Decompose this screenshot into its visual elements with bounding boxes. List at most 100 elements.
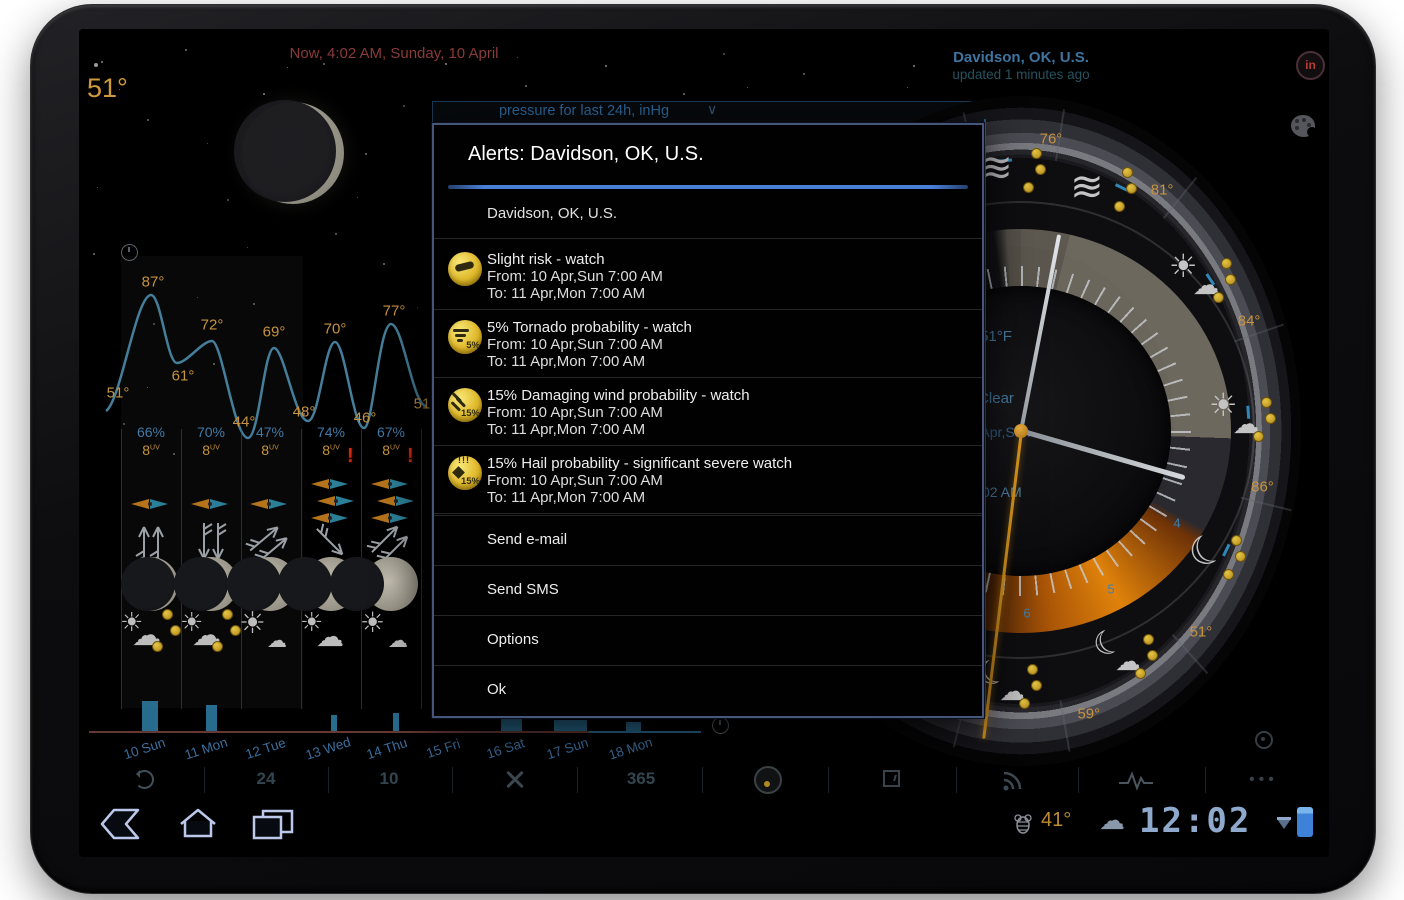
widget-icon[interactable] xyxy=(883,770,900,787)
dialog-divider xyxy=(448,185,968,189)
alert-from: From: 10 Apr,Sun 7:00 AM xyxy=(487,336,663,353)
temp-label: 51 xyxy=(414,396,431,413)
separator xyxy=(434,665,982,666)
toolbar-separator xyxy=(956,767,957,793)
signal-icon xyxy=(1277,819,1291,836)
temp-label: 61° xyxy=(172,368,195,385)
separator xyxy=(434,615,982,616)
toolbar-separator xyxy=(577,767,578,793)
tab-10day[interactable]: 10 xyxy=(359,769,419,789)
forecast-weather-icon: ☀☁ xyxy=(178,609,244,661)
moon-phase-icon[interactable] xyxy=(754,766,782,794)
options-button[interactable]: Options xyxy=(434,615,982,665)
recents-button[interactable] xyxy=(249,806,297,842)
dial-number: 6 xyxy=(1023,606,1030,621)
alert-to: To: 11 Apr,Mon 7:00 AM xyxy=(487,285,645,302)
day-label[interactable]: 16 Sat xyxy=(485,735,527,761)
screen: Now, 4:02 AM, Sunday, 10 April 51° David… xyxy=(79,29,1329,857)
separator xyxy=(434,445,982,446)
alert-title: 15% Damaging wind probability - watch xyxy=(487,387,750,404)
humidity-label: 74% xyxy=(307,424,355,440)
humidity-label: 67% xyxy=(367,424,415,440)
alert-exclamation: ! xyxy=(347,445,354,468)
tab-24h[interactable]: 24 xyxy=(236,769,296,789)
refresh-icon[interactable] xyxy=(135,770,154,789)
wind-kite-marker xyxy=(250,499,290,509)
dial-number: 5 xyxy=(1107,582,1114,597)
wheel-temp-label: 51° xyxy=(1179,623,1223,640)
status-clock[interactable]: 12:02 xyxy=(1139,801,1251,841)
separator xyxy=(434,513,982,514)
status-cloud-icon: ☁ xyxy=(1099,805,1125,836)
dialog-location-item[interactable]: Davidson, OK, U.S. xyxy=(487,205,617,222)
location-label[interactable]: Davidson, OK, U.S. xyxy=(881,49,1161,66)
timeline-clock-icon xyxy=(712,717,729,734)
wind-kite-marker xyxy=(191,499,231,509)
toolbar-separator xyxy=(1078,767,1079,793)
separator xyxy=(434,309,982,310)
alert-from: From: 10 Apr,Sun 7:00 AM xyxy=(487,268,663,285)
uv-label: 8UV xyxy=(187,442,235,458)
hail-icon: !!!15% xyxy=(448,456,482,490)
moon-phase-icon xyxy=(364,557,418,611)
settings-target-icon[interactable] xyxy=(1255,731,1273,749)
pulse-icon[interactable] xyxy=(1119,771,1153,791)
temp-label: 72° xyxy=(201,317,224,334)
separator xyxy=(434,377,982,378)
alert-to: To: 11 Apr,Mon 7:00 AM xyxy=(487,421,645,438)
wind-icon: 15% xyxy=(448,388,482,422)
separator xyxy=(434,565,982,566)
theme-palette-icon[interactable] xyxy=(1291,115,1315,137)
alarm-clock-icon[interactable] xyxy=(121,244,138,261)
home-button[interactable] xyxy=(175,804,221,842)
bee-icon xyxy=(1011,811,1035,835)
dial-number: 4 xyxy=(1173,516,1180,531)
wind-kite-marker xyxy=(371,479,411,489)
wheel-weather-icon: ≋ xyxy=(1066,159,1142,225)
wind-kite-marker xyxy=(317,496,357,506)
pressure-label: pressure for last 24h, inHg xyxy=(434,103,734,119)
wheel-weather-icon: ☀☁ xyxy=(1165,250,1241,316)
toolbar-separator xyxy=(328,767,329,793)
column-divider xyxy=(121,429,122,709)
collapse-chevron-icon[interactable]: ∨ xyxy=(707,101,717,118)
toolbar-separator xyxy=(204,767,205,793)
more-icon[interactable]: ••• xyxy=(1249,771,1278,789)
toolbar-separator xyxy=(702,767,703,793)
day-label[interactable]: 18 Mon xyxy=(607,734,654,762)
day-label[interactable]: 17 Sun xyxy=(545,735,590,762)
alert-row[interactable]: Slight risk - watchFrom: 10 Apr,Sun 7:00… xyxy=(434,243,982,311)
alert-row[interactable]: 5%5% Tornado probability - watchFrom: 10… xyxy=(434,311,982,379)
wheel-temp-label: 84° xyxy=(1227,312,1271,329)
wheel-temp-label: 81° xyxy=(1140,182,1184,199)
alert-row[interactable]: 15% 15% Damaging wind probability - watch… xyxy=(434,379,982,447)
back-button[interactable] xyxy=(97,806,143,842)
humidity-label: 70% xyxy=(187,424,235,440)
toolbar-separator xyxy=(828,767,829,793)
temp-label: 51° xyxy=(107,385,130,402)
precipitation-bar xyxy=(206,705,217,731)
alert-title: 15% Hail probability - significant sever… xyxy=(487,455,792,472)
tab-365day[interactable]: 365 xyxy=(611,769,671,789)
rss-icon[interactable] xyxy=(1001,767,1027,793)
ok-button[interactable]: Ok xyxy=(434,665,982,715)
temp-label: 87° xyxy=(142,274,165,291)
temp-label: 77° xyxy=(383,303,406,320)
send-sms-button[interactable]: Send SMS xyxy=(434,565,982,615)
send-e-mail-button[interactable]: Send e-mail xyxy=(434,515,982,565)
precipitation-bar xyxy=(554,720,587,731)
precipitation-bar xyxy=(142,701,158,731)
wind-kite-marker xyxy=(377,496,417,506)
segment-divider xyxy=(1240,496,1291,511)
dialog-title: Alerts: Davidson, OK, U.S. xyxy=(468,143,704,166)
alert-to: To: 11 Apr,Mon 7:00 AM xyxy=(487,353,645,370)
uv-label: 8UV xyxy=(246,442,294,458)
tornado-icon: 5% xyxy=(448,320,482,354)
status-temp: 41° xyxy=(1041,809,1071,832)
moon-phase-icon xyxy=(124,557,178,611)
separator xyxy=(434,515,982,516)
alert-row[interactable]: !!!15% 15% Hail probability - significant… xyxy=(434,447,982,515)
tablet-frame: Now, 4:02 AM, Sunday, 10 April 51° David… xyxy=(30,4,1376,894)
linkedin-icon[interactable]: in xyxy=(1296,51,1325,80)
tools-icon[interactable] xyxy=(501,769,527,791)
